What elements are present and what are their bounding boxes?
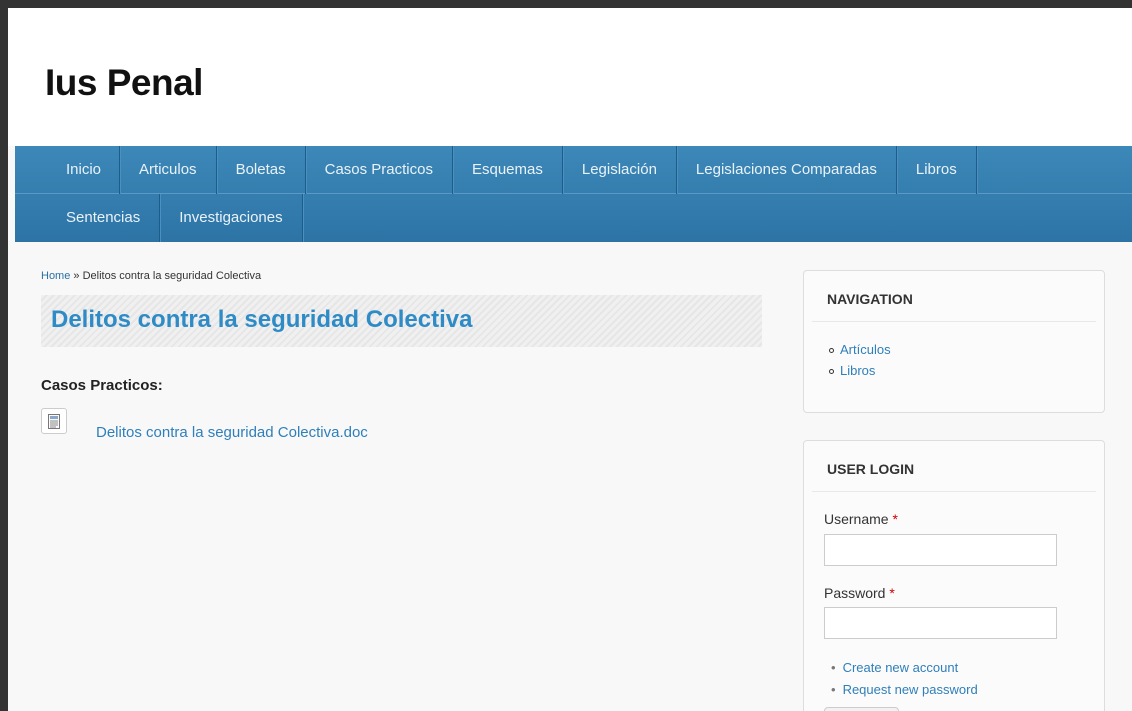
required-marker: * [892, 511, 898, 527]
user-login-block: USER LOGIN Username * Password * Create … [803, 440, 1105, 711]
navigation-block-title: NAVIGATION [812, 271, 1096, 322]
request-password-link[interactable]: Request new password [843, 682, 978, 697]
breadcrumb-current: Delitos contra la seguridad Colectiva [82, 270, 262, 282]
nav-item-casos-practicos[interactable]: Casos Practicos [306, 146, 453, 194]
nav-row-primary: Inicio Articulos Boletas Casos Practicos… [15, 146, 1132, 194]
navigation-link-libros[interactable]: Libros [840, 363, 875, 378]
nav-item-inicio[interactable]: Inicio [15, 146, 121, 194]
main-navigation: Inicio Articulos Boletas Casos Practicos… [15, 146, 1132, 242]
attachment-link[interactable]: Delitos contra la seguridad Colectiva.do… [96, 424, 368, 441]
password-input[interactable] [824, 607, 1057, 639]
main-content: Home » Delitos contra la seguridad Colec… [41, 270, 771, 448]
page-title-box: Delitos contra la seguridad Colectiva [41, 295, 762, 347]
login-links: Create new account Request new password [804, 657, 1104, 701]
nav-item-legislaciones-comparadas[interactable]: Legislaciones Comparadas [677, 146, 897, 194]
nav-item-esquemas[interactable]: Esquemas [453, 146, 563, 194]
list-item: Request new password [831, 679, 1104, 701]
page: Ius Penal Inicio Articulos Boletas Casos… [8, 8, 1132, 711]
password-label-text: Password [824, 585, 886, 601]
site-header: Ius Penal [8, 8, 1132, 146]
page-title: Delitos contra la seguridad Colectiva [51, 306, 473, 333]
bullet-icon [829, 369, 834, 375]
nav-row-secondary: Sentencias Investigaciones [15, 194, 303, 242]
navigation-block: NAVIGATION Artículos Libros [803, 270, 1105, 413]
bullet-icon [829, 348, 834, 354]
nav-item-sentencias[interactable]: Sentencias [15, 194, 161, 242]
document-icon [41, 408, 67, 434]
nav-item-libros[interactable]: Libros [897, 146, 977, 194]
user-login-title: USER LOGIN [812, 441, 1096, 492]
site-name[interactable]: Ius Penal [45, 62, 203, 104]
password-label: Password * [804, 585, 1104, 601]
file-attachment: Delitos contra la seguridad Colectiva.do… [41, 408, 771, 448]
login-submit-button[interactable] [824, 707, 899, 711]
username-label-text: Username [824, 511, 889, 527]
username-label: Username * [804, 511, 1104, 527]
navigation-list: Artículos Libros [804, 322, 1104, 381]
list-item: Libros [829, 360, 1104, 381]
create-account-link[interactable]: Create new account [843, 660, 959, 675]
username-input[interactable] [824, 534, 1057, 566]
required-marker: * [889, 585, 895, 601]
nav-item-legislacion[interactable]: Legislación [563, 146, 677, 194]
nav-item-boletas[interactable]: Boletas [217, 146, 306, 194]
breadcrumb: Home » Delitos contra la seguridad Colec… [41, 270, 771, 282]
navigation-link-articulos[interactable]: Artículos [840, 342, 891, 357]
list-item: Artículos [829, 339, 1104, 360]
breadcrumb-home-link[interactable]: Home [41, 270, 70, 282]
list-item: Create new account [831, 657, 1104, 679]
field-label-casos-practicos: Casos Practicos: [41, 377, 163, 394]
nav-item-investigaciones[interactable]: Investigaciones [160, 194, 303, 242]
nav-item-articulos[interactable]: Articulos [120, 146, 217, 194]
breadcrumb-separator: » [70, 270, 83, 282]
